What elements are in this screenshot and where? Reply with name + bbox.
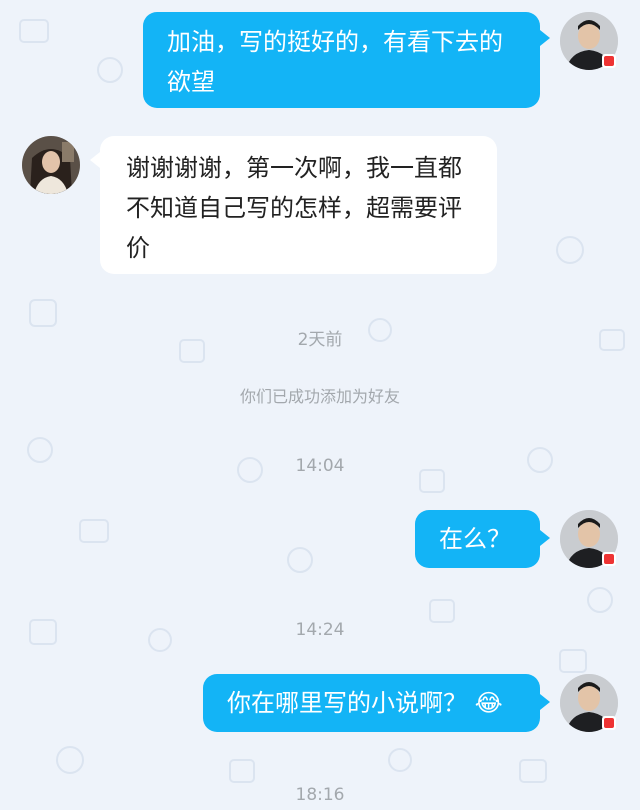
contact-avatar[interactable] [22, 136, 80, 194]
bubble-tail [90, 152, 100, 168]
avatar-badge-icon [602, 54, 616, 68]
system-notice-friend-added: 你们已成功添加为好友 [239, 387, 400, 406]
message-row: 你在哪里写的小说啊？ 😂 [0, 664, 640, 754]
message-bubble-outgoing[interactable]: 在么？ [415, 510, 540, 568]
bubble-tail [540, 30, 550, 46]
avatar-badge-icon [602, 716, 616, 730]
laughing-emoji-icon: 😂 [474, 689, 503, 717]
message-bubble-outgoing[interactable]: 加油，写的挺好的，有看下去的欲望 [143, 12, 540, 108]
timestamp: 14:04 [295, 456, 345, 476]
message-text: 你在哪里写的小说啊？ [227, 689, 467, 717]
message-text: 加油，写的挺好的，有看下去的欲望 [167, 28, 503, 96]
timestamp: 14:24 [295, 620, 345, 640]
bubble-tail [540, 694, 550, 710]
message-bubble-outgoing[interactable]: 你在哪里写的小说啊？ 😂 [203, 674, 540, 732]
timestamp: 2天前 [297, 330, 343, 350]
avatar-badge-icon [602, 552, 616, 566]
bubble-tail [540, 530, 550, 546]
message-row: 加油，写的挺好的，有看下去的欲望 [0, 0, 640, 120]
message-bubble-incoming[interactable]: 谢谢谢谢，第一次啊，我一直都不知道自己写的怎样，超需要评价 [100, 136, 497, 274]
message-text: 谢谢谢谢，第一次啊，我一直都不知道自己写的怎样，超需要评价 [126, 154, 462, 262]
timestamp: 18:16 [295, 785, 345, 805]
message-row: 谢谢谢谢，第一次啊，我一直都不知道自己写的怎样，超需要评价 [0, 126, 640, 286]
message-row: 在么？ [0, 500, 640, 580]
message-text: 在么？ [439, 525, 511, 553]
